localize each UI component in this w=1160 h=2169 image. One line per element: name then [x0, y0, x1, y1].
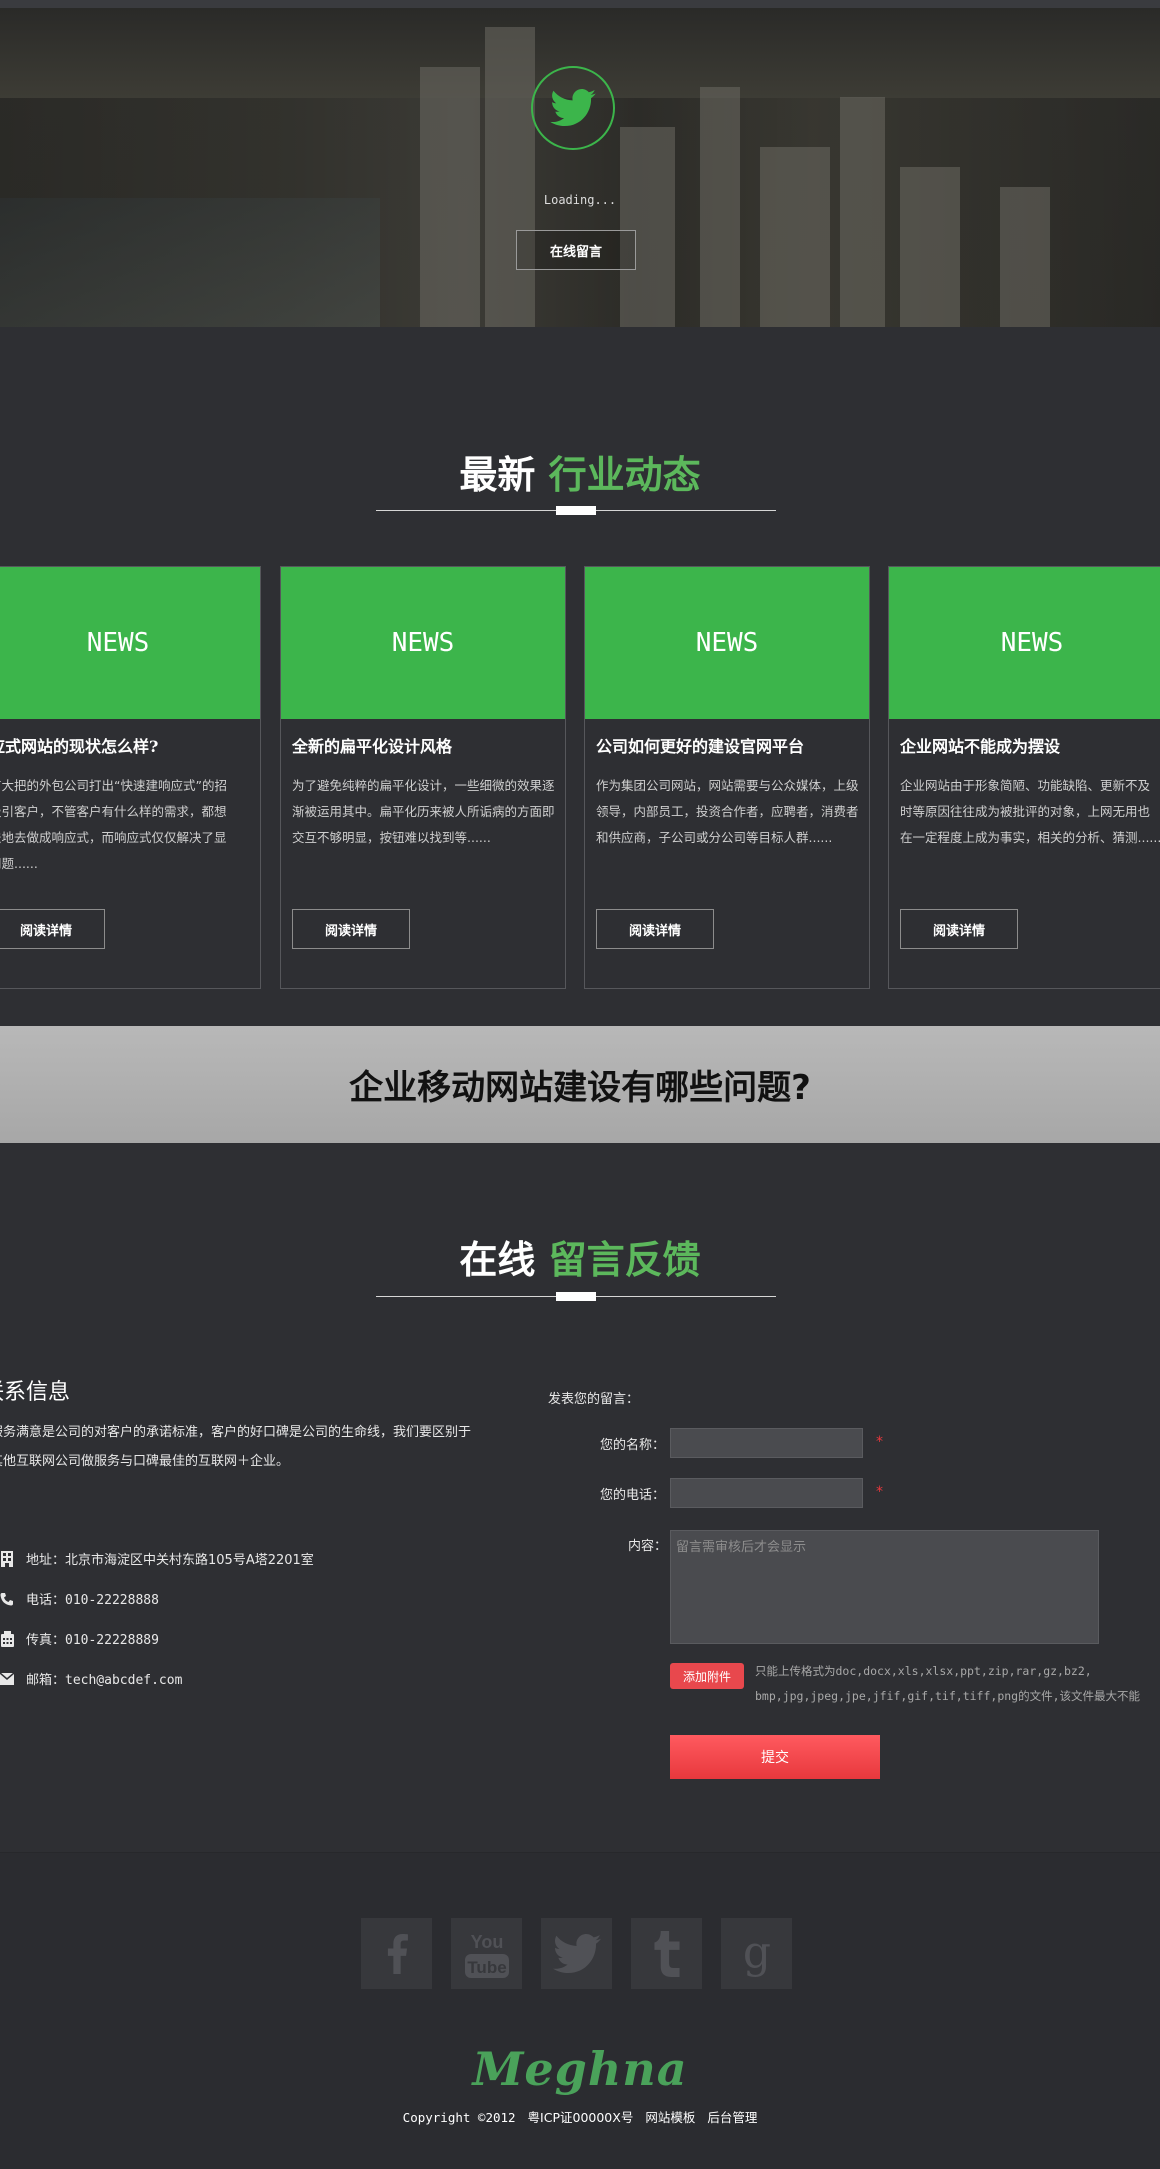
phone-required-mark: *: [876, 1484, 883, 1500]
tumblr-icon: [653, 1930, 680, 1977]
contact-email-text: 邮箱：tech@abcdef.com: [26, 1673, 183, 1688]
hero-building: [485, 27, 535, 327]
hero-building: [1000, 187, 1050, 327]
news-card-desc: 为了避免纯粹的扁平化设计，一些细微的效果逐渐被运用其中。扁平化历来被人所诟病的方…: [292, 778, 555, 845]
youtube-icon: You Tube: [464, 1932, 509, 1978]
read-more-button[interactable]: 阅读详情: [596, 909, 714, 949]
fax-icon: [0, 1630, 14, 1648]
hero-building: [900, 167, 960, 327]
twitter-icon: [552, 1933, 601, 1973]
news-section-title: 最新 行业动态: [0, 456, 1160, 494]
mobile-site-banner: 企业移动网站建设有哪些问题?: [0, 1026, 1160, 1143]
contact-title: 联系信息: [0, 1380, 71, 1405]
site-logo[interactable]: Meghna: [0, 2042, 1160, 2096]
content-placeholder: 留言需审核后才会显示: [676, 1540, 807, 1555]
news-title-accent: 行业动态: [548, 453, 701, 497]
admin-link[interactable]: 后台管理: [707, 2110, 757, 2125]
loading-text: Loading...: [543, 193, 617, 207]
name-input[interactable]: [670, 1428, 863, 1458]
read-more-button[interactable]: 阅读详情: [900, 909, 1018, 949]
news-card-title[interactable]: 公司如何更好的建设官网平台: [596, 733, 866, 757]
copyright-bar: Copyright ©2012 粤ICP证00000X号 网站模板 后台管理: [0, 2107, 1160, 2126]
social-facebook[interactable]: [361, 1918, 432, 1989]
news-title-main: 最新: [459, 453, 536, 497]
name-required-mark: *: [876, 1434, 883, 1450]
news-card-title[interactable]: 企业网站不能成为摆设: [900, 733, 1160, 757]
phone-label: 您的电话：: [600, 1488, 666, 1503]
contact-phone-text: 电话：010-22228888: [26, 1593, 159, 1608]
news-card: NEWS 企业网站不能成为摆设 企业网站由于形象简陋、功能缺陷、更新不及时等原因…: [888, 566, 1160, 989]
news-card-title[interactable]: 全新的扁平化设计风格: [292, 733, 562, 757]
svg-text:g: g: [742, 1929, 770, 1978]
contact-address: 地址：北京市海淀区中关村东路105号A塔2201室: [0, 1549, 314, 1568]
contact-address-text: 地址：北京市海淀区中关村东路105号A塔2201室: [26, 1553, 314, 1568]
social-google[interactable]: g: [721, 1918, 792, 1989]
attach-note-line1: 只能上传格式为doc,docx,xls,xlsx,ppt,zip,rar,gz,…: [755, 1664, 1092, 1678]
news-card-desc: 作为集团公司网站，网站需要与公众媒体，上级领导，内部员工，投资合作者，应聘者，消…: [596, 778, 859, 845]
attach-file-button[interactable]: 添加附件: [670, 1663, 744, 1689]
news-card: NEWS 全新的扁平化设计风格 为了避免纯粹的扁平化设计，一些细微的效果逐渐被运…: [280, 566, 566, 989]
news-title-divider: [376, 506, 776, 515]
name-label: 您的名称：: [600, 1438, 666, 1453]
news-card-badge: NEWS: [585, 567, 869, 719]
hero-building: [700, 87, 740, 327]
facebook-icon: [387, 1933, 408, 1974]
icp-link[interactable]: 粤ICP证00000X号: [528, 2110, 634, 2125]
feedback-section-title: 在线 留言反馈: [0, 1241, 1160, 1279]
contact-phone: 电话：010-22228888: [0, 1589, 159, 1608]
copyright-text: Copyright ©2012: [402, 2110, 516, 2125]
news-card-badge: NEWS: [0, 567, 260, 719]
contact-fax-text: 传真：010-22228889: [26, 1633, 159, 1648]
contact-fax: 传真：010-22228889: [0, 1629, 159, 1648]
news-card: NEWS 响应式网站的现状怎么样? 国内有大把的外包公司打出“快速建响应式”的招…: [0, 566, 261, 989]
hero-river: [0, 198, 380, 327]
contact-desc: 服务满意是公司的对客户的承诺标准，客户的好口碑是公司的生命线，我们要区别于其他互…: [0, 1425, 472, 1469]
attach-note: 只能上传格式为doc,docx,xls,xlsx,ppt,zip,rar,gz,…: [755, 1659, 1160, 1709]
hero-building: [760, 147, 830, 327]
contact-email: 邮箱：tech@abcdef.com: [0, 1669, 182, 1688]
content-label: 内容：: [628, 1539, 668, 1554]
google-icon: g: [742, 1929, 770, 1978]
divider-bar: [556, 1292, 596, 1301]
building-icon: [0, 1550, 14, 1568]
attach-note-line2: bmp,jpg,jpeg,jpe,jfif,gif,tif,tiff,png的文…: [755, 1689, 1141, 1703]
hero-building: [840, 97, 885, 327]
news-card-badge: NEWS: [281, 567, 565, 719]
twitter-badge[interactable]: [531, 66, 615, 150]
feedback-title-main: 在线: [459, 1238, 536, 1282]
read-more-button[interactable]: 阅读详情: [0, 909, 105, 949]
feedback-title-divider: [376, 1292, 776, 1301]
online-message-button[interactable]: 在线留言: [516, 230, 636, 270]
form-heading: 发表您的留言：: [548, 1392, 640, 1407]
news-card-badge: NEWS: [889, 567, 1160, 719]
phone-icon: [0, 1590, 14, 1608]
read-more-button[interactable]: 阅读详情: [292, 909, 410, 949]
template-link[interactable]: 网站模板: [645, 2110, 695, 2125]
submit-button[interactable]: 提交: [670, 1735, 880, 1779]
news-card-desc: 企业网站由于形象简陋、功能缺陷、更新不及时等原因往往成为被批评的对象，上网无用也…: [900, 778, 1160, 845]
hero-section: [0, 8, 1160, 327]
news-card: NEWS 公司如何更好的建设官网平台 作为集团公司网站，网站需要与公众媒体，上级…: [584, 566, 870, 989]
top-bar: [0, 0, 1160, 8]
news-card-title[interactable]: 响应式网站的现状怎么样?: [0, 733, 243, 757]
hero-building: [620, 127, 675, 327]
social-tumblr[interactable]: [631, 1918, 702, 1989]
phone-input[interactable]: [670, 1478, 863, 1508]
social-youtube[interactable]: You Tube: [451, 1918, 522, 1989]
feedback-title-accent: 留言反馈: [548, 1238, 701, 1282]
twitter-icon: [550, 89, 596, 127]
social-twitter[interactable]: [541, 1918, 612, 1989]
svg-text:You: You: [470, 1932, 503, 1952]
svg-text:Tube: Tube: [467, 1958, 506, 1977]
envelope-icon: [0, 1670, 14, 1688]
news-card-desc: 国内有大把的外包公司打出“快速建响应式”的招牌来吸引客户，不管客户有什么样的需求…: [0, 778, 227, 871]
divider-bar: [556, 506, 596, 515]
